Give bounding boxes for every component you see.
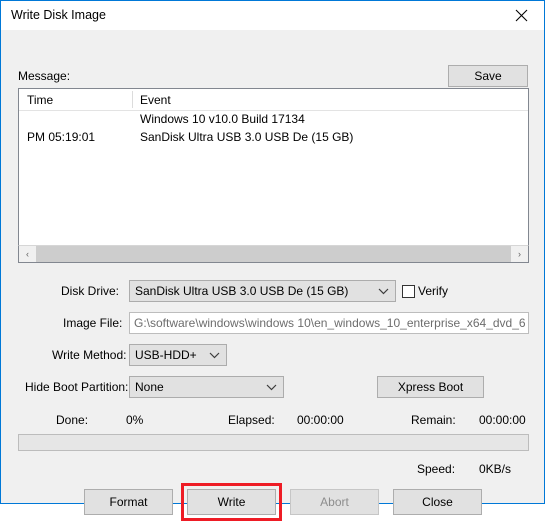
scrollbar-track[interactable] (36, 246, 511, 262)
scrollbar-thumb[interactable] (36, 246, 511, 262)
disk-drive-label: Disk Drive: (61, 284, 120, 298)
column-header-event[interactable]: Event (140, 93, 171, 107)
message-list-body: Windows 10 v10.0 Build 17134 PM 05:19:01… (19, 110, 528, 146)
disk-drive-select[interactable]: SanDisk Ultra USB 3.0 USB De (15 GB) (129, 280, 396, 302)
checkbox-box (402, 284, 415, 298)
message-label: Message: (18, 69, 71, 83)
scroll-right-icon[interactable]: › (511, 246, 528, 262)
image-file-input[interactable]: G:\software\windows\windows 10\en_window… (129, 312, 529, 334)
chevron-down-icon (209, 345, 220, 365)
image-file-value: G:\software\windows\windows 10\en_window… (134, 316, 526, 330)
verify-checkbox[interactable]: Verify (402, 280, 448, 302)
table-row[interactable]: PM 05:19:01 SanDisk Ultra USB 3.0 USB De… (19, 128, 528, 146)
hide-boot-partition-value: None (135, 380, 164, 394)
remain-value: 00:00:00 (479, 413, 526, 427)
done-label: Done: (56, 413, 89, 427)
hide-boot-partition-select[interactable]: None (129, 376, 284, 398)
chevron-down-icon (266, 377, 277, 397)
dialog-client-area: Message: Save Time Event Windows 10 v10.… (1, 30, 544, 521)
disk-drive-value: SanDisk Ultra USB 3.0 USB De (15 GB) (135, 284, 349, 298)
remain-label: Remain: (411, 413, 456, 427)
speed-label: Speed: (417, 462, 456, 476)
elapsed-value: 00:00:00 (297, 413, 344, 427)
chevron-down-icon (378, 281, 389, 301)
table-row[interactable]: Windows 10 v10.0 Build 17134 (19, 110, 528, 128)
progress-bar (18, 434, 529, 451)
verify-label: Verify (418, 284, 449, 298)
xpress-boot-button[interactable]: Xpress Boot (377, 376, 484, 398)
column-header-time[interactable]: Time (27, 93, 53, 107)
hide-boot-partition-label: Hide Boot Partition: (25, 380, 129, 394)
row-event: Windows 10 v10.0 Build 17134 (140, 112, 305, 126)
image-file-label: Image File: (63, 316, 123, 330)
abort-button: Abort (290, 489, 379, 515)
speed-value: 0KB/s (479, 462, 512, 476)
scroll-left-icon[interactable]: ‹ (19, 246, 36, 262)
elapsed-label: Elapsed: (228, 413, 275, 427)
done-value: 0% (126, 413, 144, 427)
write-method-label: Write Method: (52, 348, 127, 362)
write-button[interactable]: Write (187, 489, 276, 515)
close-button[interactable]: Close (393, 489, 482, 515)
close-icon[interactable] (499, 1, 544, 30)
close-glyph (515, 9, 528, 22)
row-event: SanDisk Ultra USB 3.0 USB De (15 GB) (140, 130, 354, 144)
message-list-header: Time Event (19, 89, 528, 111)
write-disk-image-window: Write Disk Image Message: Save Time Even… (0, 0, 545, 521)
save-button[interactable]: Save (448, 65, 528, 87)
column-divider (132, 91, 133, 108)
title-bar: Write Disk Image (1, 1, 544, 31)
format-button[interactable]: Format (84, 489, 173, 515)
write-method-value: USB-HDD+ (135, 348, 197, 362)
message-list-hscrollbar[interactable]: ‹ › (18, 245, 529, 263)
message-list: Time Event Windows 10 v10.0 Build 17134 … (18, 88, 529, 263)
row-time: PM 05:19:01 (27, 130, 96, 144)
write-method-select[interactable]: USB-HDD+ (129, 344, 227, 366)
window-title: Write Disk Image (11, 8, 106, 22)
